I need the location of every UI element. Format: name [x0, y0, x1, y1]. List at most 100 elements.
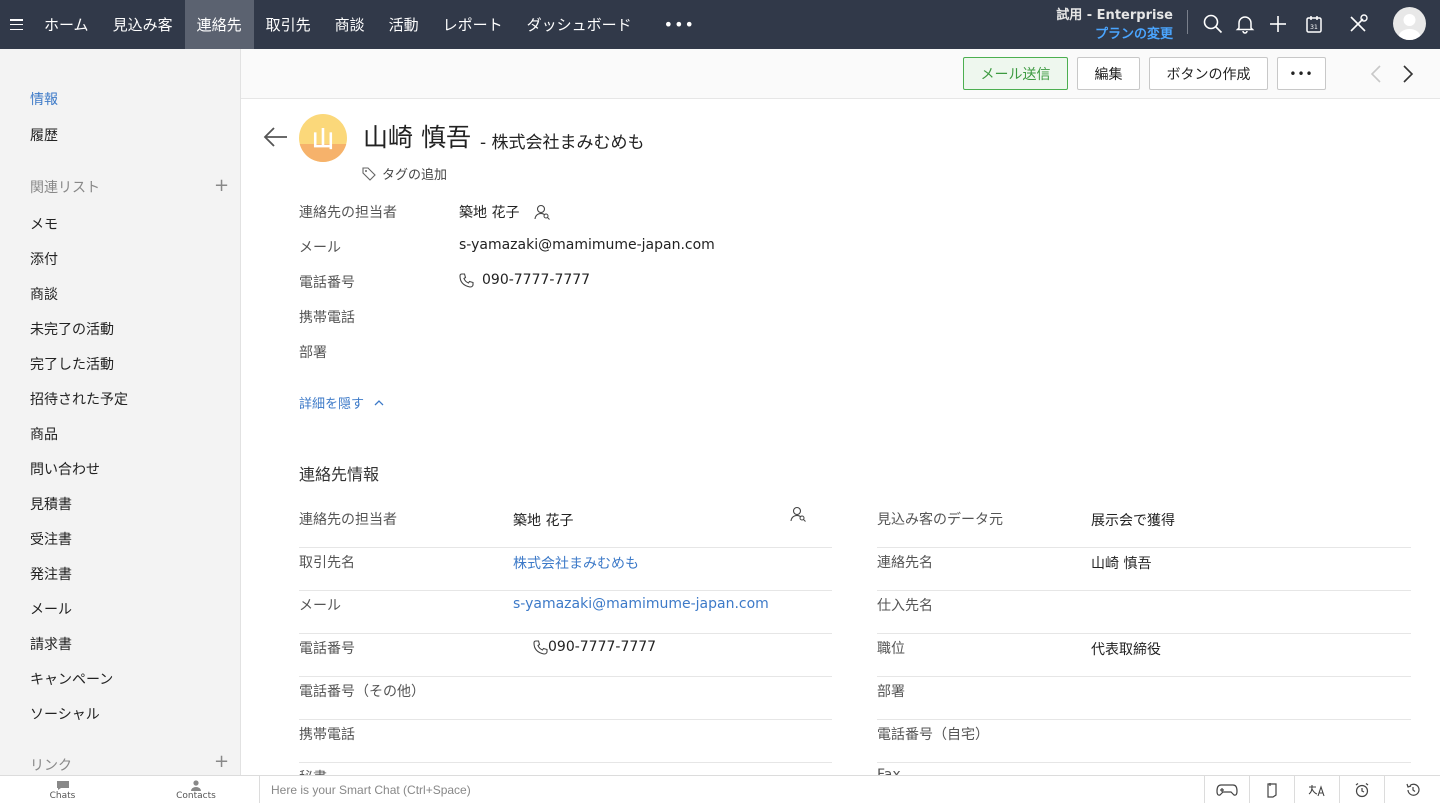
tag-icon — [362, 166, 376, 181]
summary-mobile-label: 携帯電話 — [299, 310, 355, 326]
user-avatar[interactable] — [1393, 7, 1426, 40]
detail-label: 連絡先名 — [877, 555, 933, 571]
summary-email-value[interactable]: s-yamazaki@mamimume-japan.com — [459, 237, 715, 253]
sidebar-item-social[interactable]: ソーシャル — [30, 704, 100, 724]
tab-dashboards[interactable]: ダッシュボード — [515, 0, 644, 49]
sidebar-item-quotes[interactable]: 見積書 — [30, 494, 72, 514]
detail-row: 連絡先名 山崎 慎吾 — [877, 548, 1411, 591]
sidebar-item-attachments[interactable]: 添付 — [30, 249, 58, 269]
tab-home[interactable]: ホーム — [32, 0, 101, 49]
phone-icon — [533, 639, 548, 655]
more-actions-button[interactable]: ••• — [1277, 57, 1326, 90]
sidebar-item-sales-orders[interactable]: 受注書 — [30, 529, 72, 549]
smart-chat-bar — [259, 776, 1203, 803]
detail-value: 山崎 慎吾 — [1091, 556, 1152, 572]
left-sidebar: 情報 履歴 関連リスト + メモ 添付 商談 未完了の活動 完了した活動 招待さ… — [0, 49, 241, 775]
history-icon[interactable] — [1384, 776, 1440, 803]
sidebar-item-history[interactable]: 履歴 — [30, 125, 58, 145]
sidebar-item-emails[interactable]: メール — [30, 599, 72, 619]
sidebar-item-info[interactable]: 情報 — [30, 89, 58, 109]
contacts-tab[interactable]: Contacts — [170, 776, 222, 803]
plus-icon[interactable] — [1265, 11, 1291, 37]
detail-label: 部署 — [877, 684, 905, 700]
summary-email-label: メール — [299, 240, 341, 256]
menu-icon[interactable] — [0, 0, 32, 49]
next-record-icon[interactable] — [1401, 64, 1415, 89]
gamepad-icon[interactable] — [1204, 776, 1249, 803]
sidebar-item-cases[interactable]: 問い合わせ — [30, 459, 100, 479]
phone-icon — [459, 272, 474, 288]
detail-label: 電話番号（自宅） — [877, 727, 989, 743]
trial-info: 試用 - Enterprise プランの変更 — [1056, 6, 1173, 44]
bell-icon[interactable] — [1232, 11, 1258, 37]
hide-details-link[interactable]: 詳細を隠す — [299, 393, 384, 412]
summary-phone-label: 電話番号 — [299, 275, 355, 291]
detail-row: メール s-yamazaki@mamimume-japan.com — [299, 591, 832, 634]
chats-label: Chats — [49, 790, 76, 801]
sidebar-item-closed-activities[interactable]: 完了した活動 — [30, 354, 114, 374]
detail-label: 見込み客のデータ元 — [877, 512, 1003, 528]
chevron-up-icon — [374, 400, 384, 406]
search-icon[interactable] — [1200, 11, 1226, 37]
email-link[interactable]: s-yamazaki@mamimume-japan.com — [513, 596, 769, 612]
detail-row: 取引先名 株式会社まみむめも — [299, 548, 832, 591]
detail-row: 仕入先名 — [877, 591, 1411, 634]
detail-row: 電話番号 090-7777-7777 — [299, 634, 832, 677]
sidebar-item-deals[interactable]: 商談 — [30, 284, 58, 304]
translate-icon[interactable] — [1294, 776, 1339, 803]
summary-phone-value[interactable]: 090-7777-7777 — [459, 272, 590, 288]
summary-phone-text: 090-7777-7777 — [482, 272, 591, 288]
setup-tools-icon[interactable] — [1345, 11, 1371, 37]
contacts-label: Contacts — [176, 790, 216, 801]
chats-tab[interactable]: Chats — [40, 776, 85, 803]
add-link-icon[interactable]: + — [214, 753, 229, 771]
sidebar-item-campaigns[interactable]: キャンペーン — [30, 669, 113, 689]
add-related-list-icon[interactable]: + — [214, 177, 229, 195]
sidebar-item-purchase-orders[interactable]: 発注書 — [30, 564, 72, 584]
detail-row: 連絡先の担当者 築地 花子 — [299, 505, 832, 548]
calendar-icon[interactable]: 31 — [1301, 11, 1327, 37]
create-button-button[interactable]: ボタンの作成 — [1149, 57, 1268, 90]
add-tag-button[interactable]: タグの追加 — [362, 164, 447, 183]
svg-text:31: 31 — [1310, 24, 1318, 31]
detail-phone-value[interactable]: 090-7777-7777 — [533, 639, 656, 655]
contact-avatar-char: 山 — [311, 128, 334, 153]
previous-record-icon[interactable] — [1369, 64, 1383, 89]
detail-row: 携帯電話 — [299, 720, 832, 763]
tab-activities[interactable]: 活動 — [377, 0, 431, 49]
sidebar-item-invoices[interactable]: 請求書 — [30, 634, 72, 654]
account-name-link[interactable]: 株式会社まみむめも — [513, 553, 639, 573]
detail-label: 携帯電話 — [299, 727, 355, 743]
record-action-bar: メール送信 編集 ボタンの作成 ••• — [241, 49, 1440, 99]
send-mail-button[interactable]: メール送信 — [963, 57, 1068, 90]
links-title: リンク — [30, 758, 72, 774]
alarm-clock-icon[interactable] — [1339, 776, 1384, 803]
edit-button[interactable]: 編集 — [1077, 57, 1140, 90]
more-tabs-icon[interactable]: ••• — [652, 0, 707, 49]
sidebar-item-products[interactable]: 商品 — [30, 424, 58, 444]
detail-label: 仕入先名 — [877, 598, 933, 614]
detail-label: メール — [299, 598, 341, 614]
trial-label: 試用 - Enterprise — [1056, 8, 1173, 23]
tab-leads[interactable]: 見込み客 — [101, 0, 185, 49]
sidebar-item-invited-meetings[interactable]: 招待された予定 — [30, 389, 128, 409]
user-lookup-icon[interactable] — [789, 505, 807, 523]
tab-accounts[interactable]: 取引先 — [254, 0, 323, 49]
contact-company[interactable]: - 株式会社まみむめも — [480, 128, 645, 153]
plan-change-link[interactable]: プランの変更 — [1056, 25, 1173, 44]
notes-icon[interactable] — [1249, 776, 1294, 803]
sidebar-item-notes[interactable]: メモ — [30, 214, 58, 234]
user-lookup-icon[interactable] — [533, 203, 551, 221]
tab-reports[interactable]: レポート — [431, 0, 515, 49]
back-arrow-icon[interactable] — [263, 126, 289, 152]
tab-contacts[interactable]: 連絡先 — [184, 0, 254, 49]
smart-chat-input[interactable] — [260, 776, 1203, 803]
add-tag-label: タグの追加 — [382, 168, 448, 183]
tab-deals[interactable]: 商談 — [323, 0, 377, 49]
sidebar-item-open-activities[interactable]: 未完了の活動 — [30, 319, 114, 339]
detail-label: 職位 — [877, 641, 905, 657]
contact-avatar: 山 — [299, 114, 347, 162]
contact-info-section-title: 連絡先情報 — [299, 465, 380, 484]
contact-name: 山崎 慎吾 — [363, 123, 471, 152]
detail-label: 取引先名 — [299, 555, 355, 571]
